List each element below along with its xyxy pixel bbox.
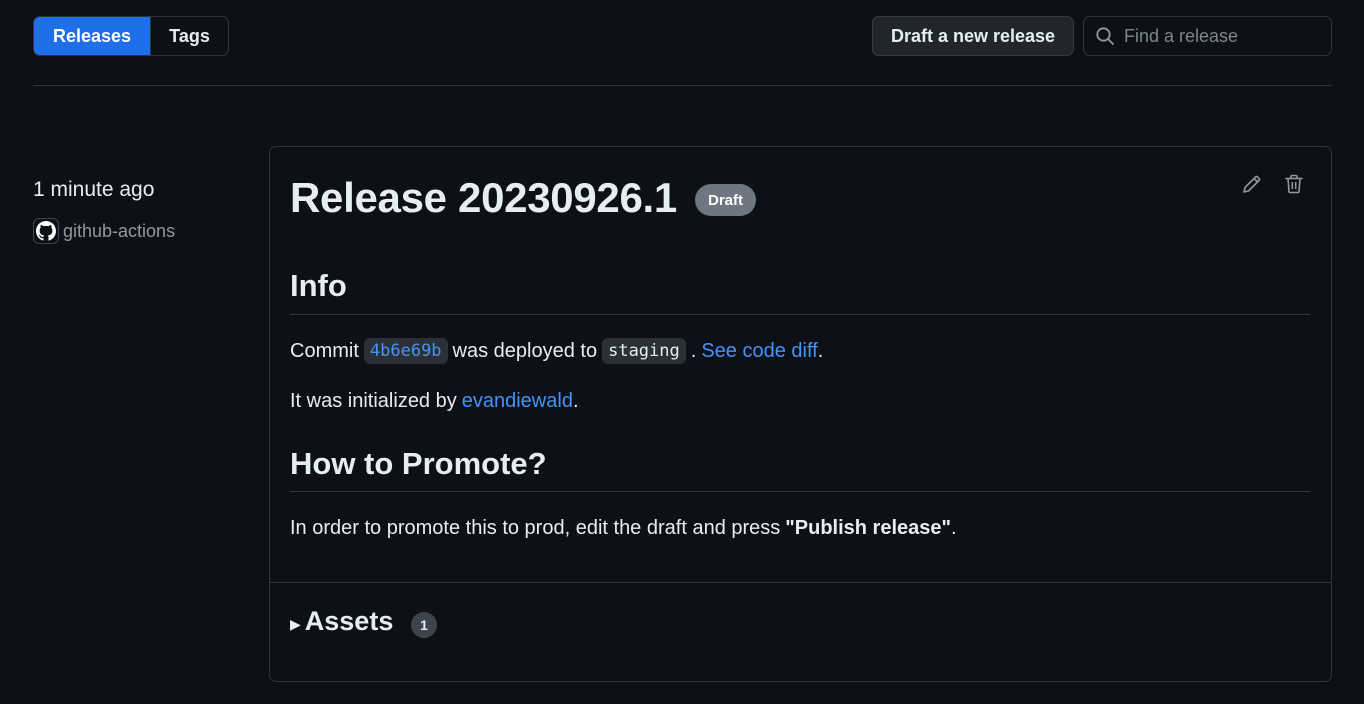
release-tabs: Releases Tags xyxy=(33,16,229,56)
commit-prefix: Commit xyxy=(290,339,359,362)
promote-heading: How to Promote? xyxy=(290,446,547,481)
assets-label: Assets xyxy=(304,606,394,636)
draft-badge: Draft xyxy=(695,184,757,216)
search-input[interactable] xyxy=(1124,25,1314,47)
find-release-search[interactable] xyxy=(1083,16,1332,56)
release-author[interactable]: github-actions xyxy=(33,218,175,244)
divider xyxy=(33,85,1332,86)
trash-icon[interactable] xyxy=(1282,172,1306,196)
deployed-text: was deployed to xyxy=(452,339,598,362)
commit-paragraph: Commit 4b6e69b was deployed to staging .… xyxy=(290,336,823,366)
promote-text: In order to promote this to prod, edit t… xyxy=(290,516,781,539)
assets-count-badge: 1 xyxy=(411,612,437,638)
period: . xyxy=(572,389,579,412)
release-time: 1 minute ago xyxy=(33,178,155,201)
initialized-paragraph: It was initialized by evandiewald . xyxy=(290,386,579,416)
period: . xyxy=(950,516,957,539)
period: . xyxy=(817,339,824,362)
assets-toggle[interactable]: ▶ Assets xyxy=(290,606,393,637)
see-code-diff-link[interactable]: See code diff xyxy=(701,340,817,363)
period: . xyxy=(690,339,697,362)
draft-new-release-button[interactable]: Draft a new release xyxy=(872,16,1074,56)
environment-code: staging xyxy=(602,338,686,364)
promote-bold-text: "Publish release" xyxy=(785,516,951,539)
release-title[interactable]: Release 20230926.1 xyxy=(290,174,677,222)
triangle-right-icon: ▶ xyxy=(290,616,301,632)
info-heading: Info xyxy=(290,268,347,303)
github-mark-icon xyxy=(33,218,59,244)
divider xyxy=(290,314,1310,315)
pencil-icon[interactable] xyxy=(1240,172,1264,196)
promote-paragraph: In order to promote this to prod, edit t… xyxy=(290,513,957,543)
commit-sha-link[interactable]: 4b6e69b xyxy=(363,338,448,364)
tab-releases[interactable]: Releases xyxy=(34,17,150,55)
search-icon xyxy=(1094,25,1116,47)
author-name[interactable]: github-actions xyxy=(63,221,175,242)
divider xyxy=(270,582,1331,583)
divider xyxy=(290,491,1310,492)
initialized-prefix: It was initialized by xyxy=(290,389,457,412)
initializer-link[interactable]: evandiewald xyxy=(462,390,573,413)
tab-tags[interactable]: Tags xyxy=(150,17,228,55)
